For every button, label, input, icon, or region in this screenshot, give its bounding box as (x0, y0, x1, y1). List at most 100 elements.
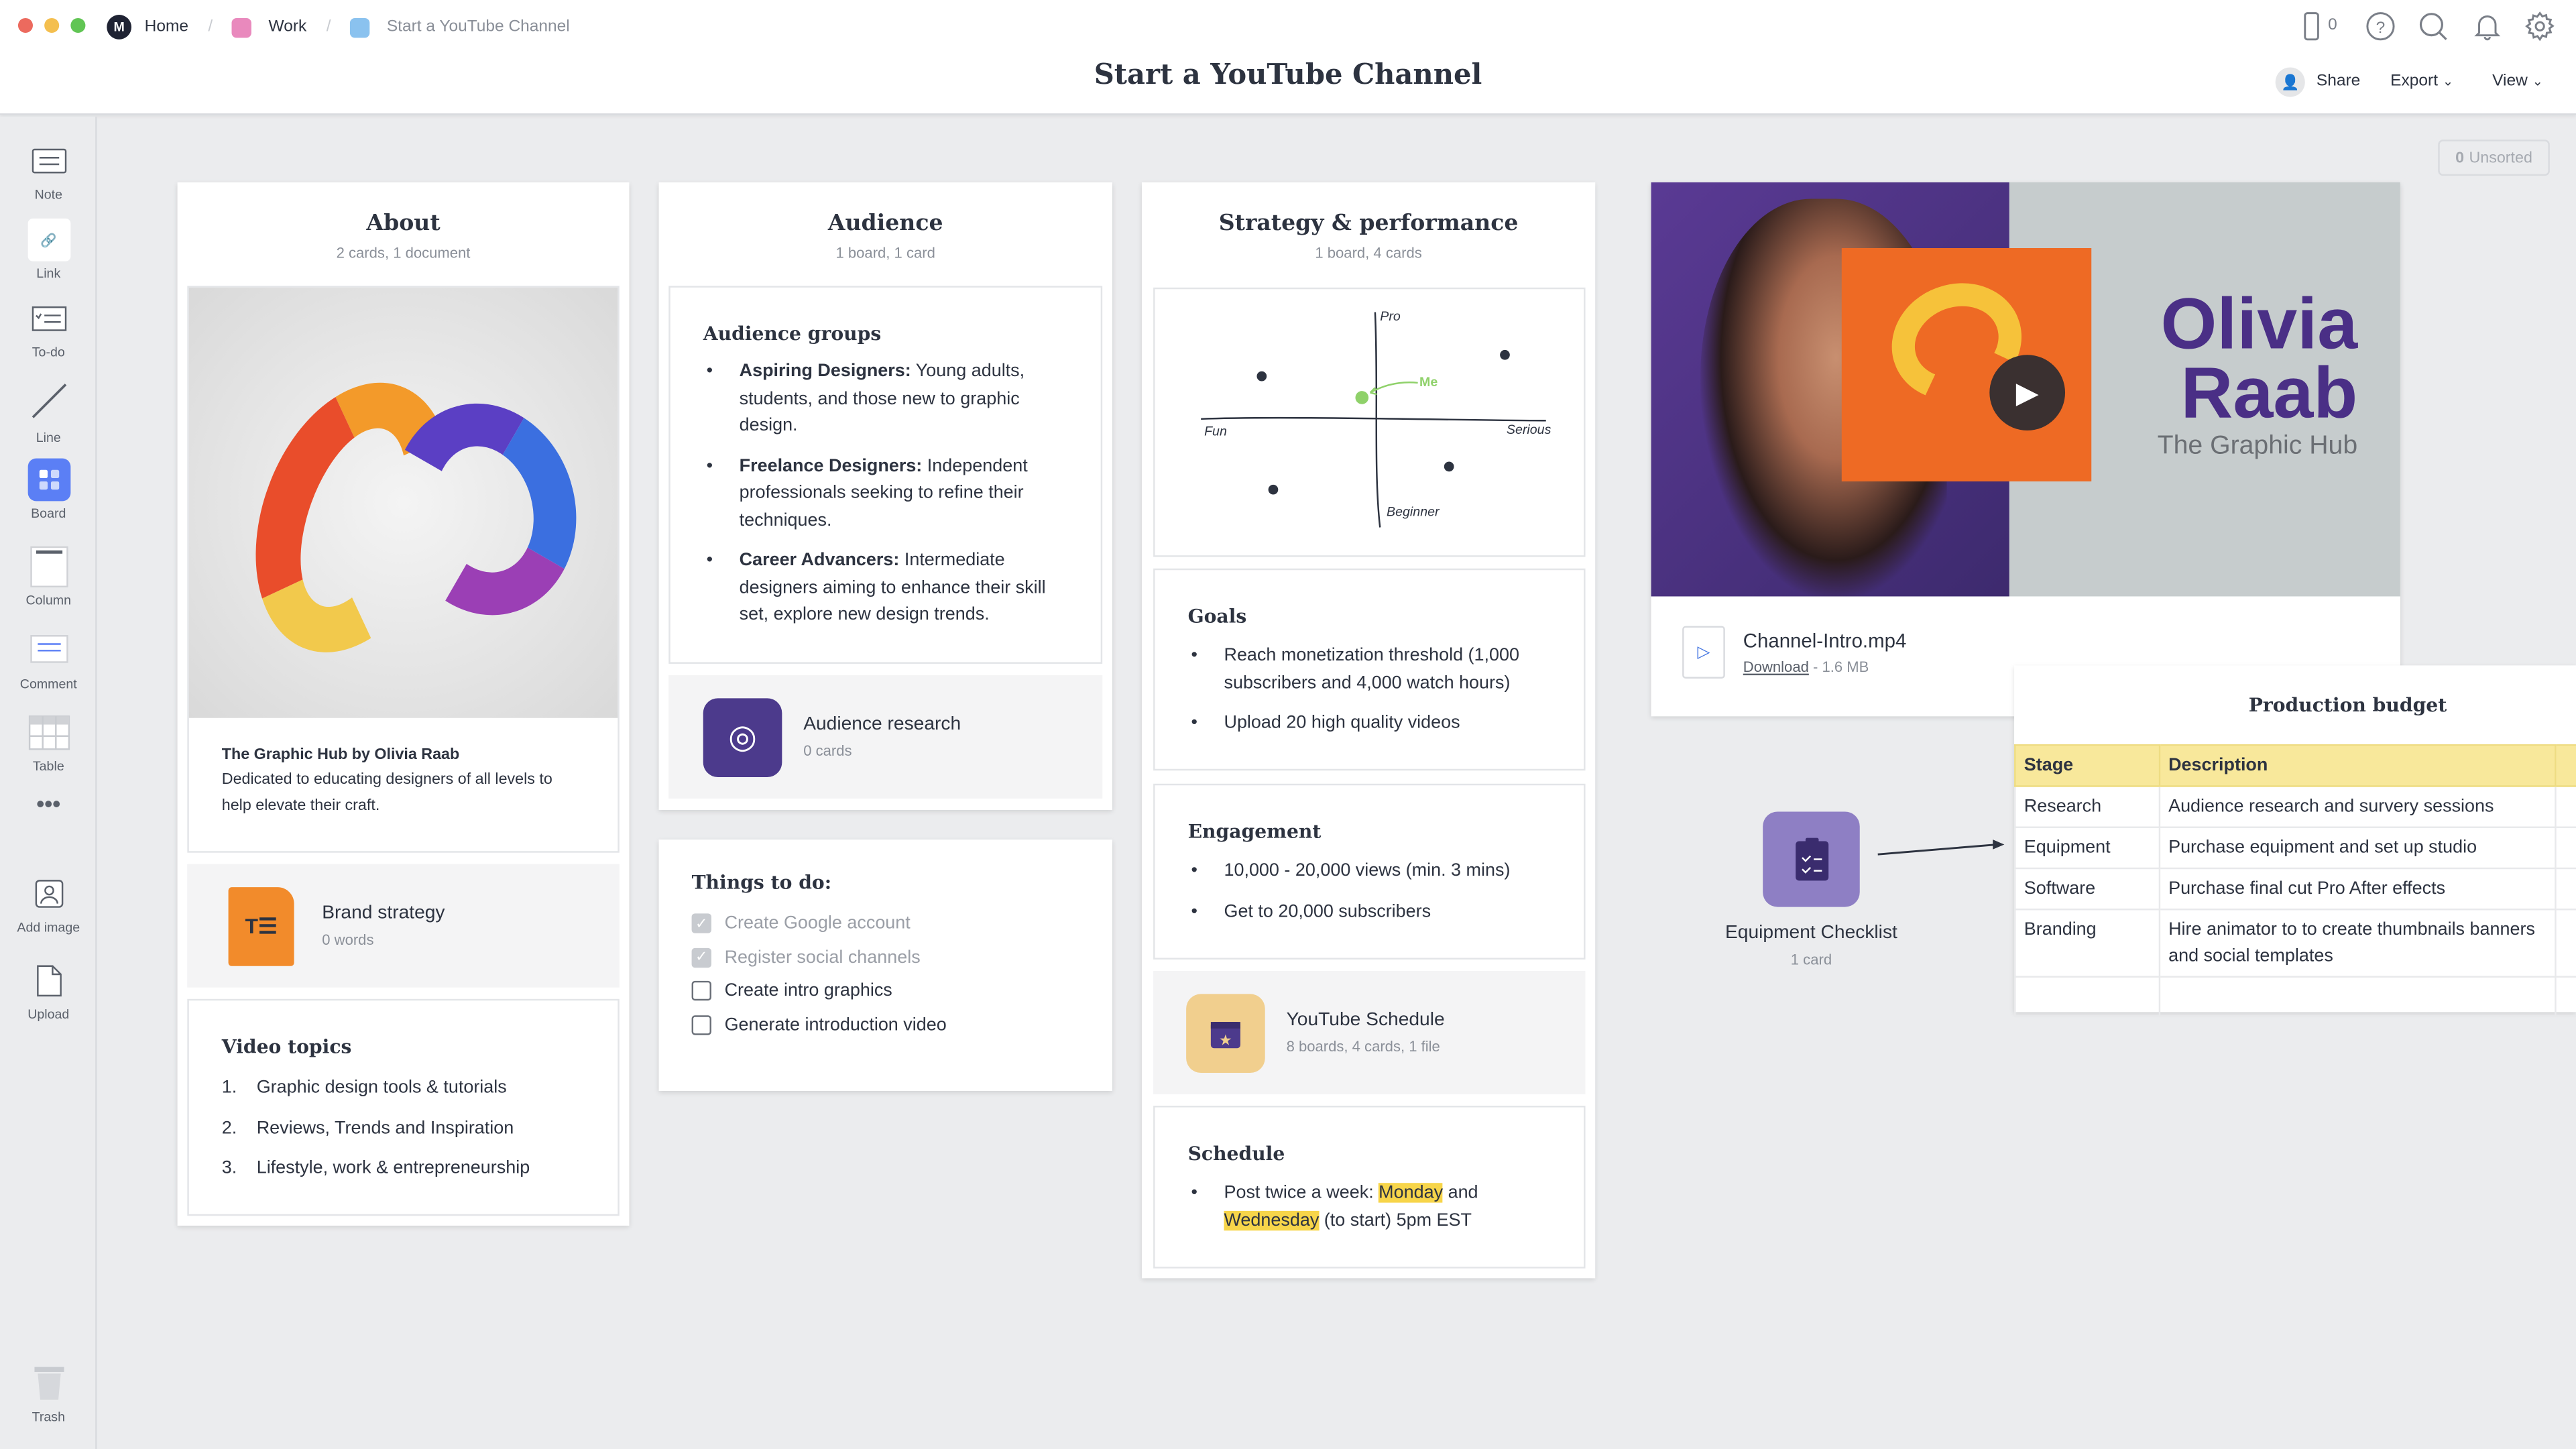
tool-line[interactable]: Line (0, 376, 97, 445)
checkbox-checked[interactable]: ✓ (691, 913, 711, 933)
audience-research-board[interactable]: ◎ Audience research 0 cards (668, 675, 1103, 799)
todo-icon (27, 298, 70, 341)
todo-item[interactable]: Create intro graphics (691, 980, 1079, 1001)
youtube-schedule-board[interactable]: ★ YouTube Schedule 8 boards, 4 cards, 1 f… (1153, 971, 1586, 1094)
help-icon[interactable]: ? (2365, 11, 2395, 41)
board-icon (27, 458, 70, 502)
window-maximize-button[interactable] (70, 17, 86, 34)
tool-label: Table (32, 759, 64, 774)
export-button[interactable]: Export ⌄ (2390, 72, 2453, 91)
canvas: M Home / Work / Start a YouTube Channel … (0, 0, 2576, 1449)
chevron-down-icon: ⌄ (2532, 74, 2544, 89)
video-card[interactable]: ▶ Olivia Raab The Graphic Hub ▷ Channel-I… (1651, 182, 2400, 717)
video-thumbnail[interactable]: ▶ Olivia Raab The Graphic Hub (1651, 182, 2400, 597)
production-budget-table[interactable]: Production budget Stage Description Resea… (2014, 665, 2576, 1017)
trash-button[interactable]: Trash (0, 1362, 97, 1424)
column-title: About (366, 210, 441, 237)
window-minimize-button[interactable] (44, 17, 60, 34)
tool-label: Add image (17, 920, 80, 935)
add-image-icon (27, 872, 70, 915)
list-item: Aspiring Designers: Young adults, studen… (703, 358, 1068, 439)
device-count: 0 (2328, 16, 2337, 35)
device-icon[interactable] (2302, 11, 2331, 41)
line-icon (27, 376, 70, 426)
column-title: Audience (827, 210, 943, 237)
thumbnail-brand-sub: The Graphic Hub (2157, 432, 2358, 461)
table-row[interactable]: Software Purchase final cut Pro After eff… (2014, 867, 2576, 911)
window-close-button[interactable] (17, 17, 34, 34)
table-cell[interactable]: Equipment (2014, 826, 2160, 870)
board-meta: 8 boards, 4 cards, 1 file (1286, 1038, 1440, 1055)
axis-label-right: Serious (1506, 422, 1552, 437)
trash-label: Trash (32, 1409, 65, 1425)
tool-upload[interactable]: Upload (0, 960, 97, 1022)
calendar-icon: ★ (1186, 993, 1265, 1072)
add-user-icon[interactable]: 👤 (2275, 67, 2305, 97)
brand-strategy-doc[interactable]: T☰ Brand strategy 0 words (187, 864, 620, 988)
checkbox[interactable] (691, 980, 711, 1001)
tool-column[interactable]: Column (0, 545, 97, 608)
positioning-sketch[interactable]: Pro Beginner Fun Serious Me (1153, 287, 1586, 557)
list-item: Post twice a week: Monday and Wednesday … (1188, 1179, 1552, 1234)
table-cell[interactable]: Purchase final cut Pro After effects (2158, 867, 2557, 911)
tool-link[interactable]: 🔗 Link (0, 218, 97, 281)
notifications-bell-icon[interactable] (2473, 11, 2502, 41)
table-row[interactable]: Branding Hire animator to to create thumb… (2014, 909, 2576, 978)
more-tools-icon[interactable]: ••• (0, 791, 97, 817)
brand-logo-square (1841, 247, 2092, 481)
tool-add-image[interactable]: Add image (0, 872, 97, 935)
search-icon[interactable] (2418, 11, 2448, 41)
image-card[interactable]: The Graphic Hub by Olivia Raab Dedicated… (187, 286, 620, 853)
column-header[interactable]: Stage (2014, 744, 2160, 787)
thumbnail-brand-name: Olivia Raab (2160, 284, 2358, 434)
table-cell[interactable]: Research (2014, 785, 2160, 828)
table-cell[interactable]: Purchase equipment and set up studio (2158, 826, 2557, 870)
highlight-monday: Monday (1379, 1183, 1444, 1203)
table-row[interactable]: Research Audience research and survery se… (2014, 785, 2576, 828)
tool-todo[interactable]: To-do (0, 298, 97, 360)
view-button[interactable]: View ⌄ (2492, 72, 2543, 91)
breadcrumb-home[interactable]: Home (145, 18, 188, 36)
checkbox[interactable] (691, 1015, 711, 1035)
tool-table[interactable]: Table (0, 711, 97, 774)
tool-comment[interactable]: Comment (0, 629, 97, 692)
table-row[interactable]: Equipment Purchase equipment and set up s… (2014, 826, 2576, 870)
table-row[interactable] (2014, 976, 2576, 1017)
export-label: Export (2390, 72, 2439, 91)
settings-gear-icon[interactable] (2525, 11, 2555, 42)
unsorted-button[interactable]: 0 Unsorted (2438, 139, 2550, 176)
list-item: Get to 20,000 subscribers (1188, 898, 1552, 925)
paint-swirl-image (188, 287, 618, 718)
connector-arrow[interactable] (1873, 835, 2012, 861)
list-item: 2. Reviews, Trends and Inspiration (221, 1118, 514, 1138)
engagement-card[interactable]: Engagement 10,000 - 20,000 views (min. 3… (1153, 783, 1586, 960)
audience-groups-card[interactable]: Audience groups Aspiring Designers: Youn… (668, 286, 1103, 664)
todo-item[interactable]: ✓ Register social channels (691, 947, 1079, 968)
todo-item[interactable]: Generate introduction video (691, 1015, 1079, 1035)
list-item: 10,000 - 20,000 views (min. 3 mins) (1188, 858, 1552, 884)
share-button[interactable]: Share (2317, 72, 2360, 91)
todo-card[interactable]: Things to do: ✓ Create Google account ✓ Re… (658, 839, 1112, 1091)
table-cell[interactable]: Software (2014, 867, 2160, 911)
download-link[interactable]: Download (1743, 659, 1809, 676)
checkbox-checked[interactable]: ✓ (691, 947, 711, 968)
tool-board[interactable]: Board (0, 458, 97, 521)
table-cell[interactable]: Hire animator to to create thumbnails ba… (2158, 909, 2557, 978)
home-logo-icon: M (107, 15, 132, 40)
breadcrumb-current: Start a YouTube Channel (386, 17, 570, 36)
video-topics-card[interactable]: Video topics 1. Graphic design tools & tu… (187, 998, 620, 1216)
todo-item[interactable]: ✓ Create Google account (691, 913, 1079, 933)
tool-note[interactable]: Note (0, 139, 97, 202)
breadcrumb-work[interactable]: Work (269, 18, 307, 36)
column-header[interactable]: Description (2158, 744, 2557, 787)
schedule-card[interactable]: Schedule Post twice a week: Monday and W… (1153, 1106, 1586, 1269)
chevron-down-icon: ⌄ (2442, 74, 2454, 89)
axis-label-top: Pro (1380, 308, 1401, 324)
play-icon[interactable]: ▶ (1989, 355, 2066, 430)
goals-card[interactable]: Goals Reach monetization threshold (1,00… (1153, 568, 1586, 771)
unsorted-label: Unsorted (2469, 148, 2532, 167)
table-cell[interactable]: Audience research and survery sessions (2158, 785, 2557, 828)
audience-groups-title: Audience groups (703, 322, 882, 345)
top-bar: M Home / Work / Start a YouTube Channel … (0, 0, 2576, 115)
table-cell[interactable]: Branding (2014, 909, 2160, 978)
